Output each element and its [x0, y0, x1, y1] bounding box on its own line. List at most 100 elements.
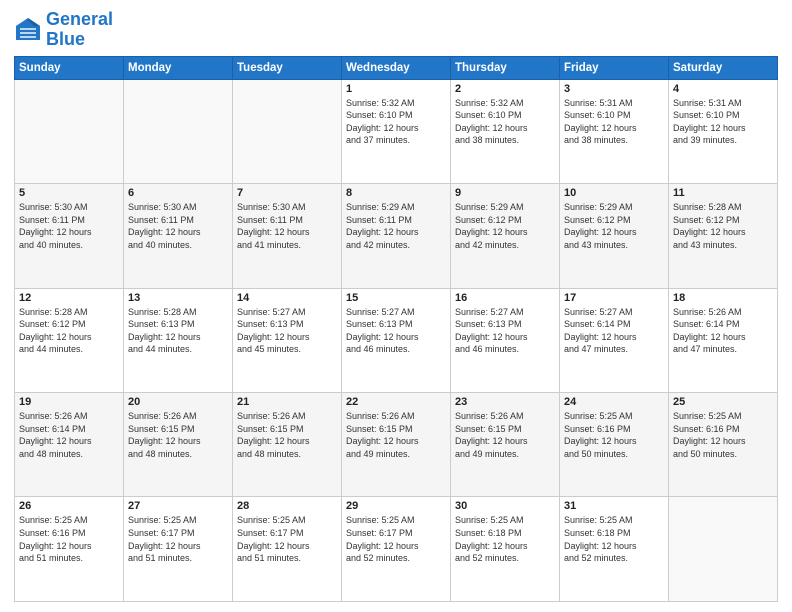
- day-info: Sunrise: 5:29 AMSunset: 6:12 PMDaylight:…: [564, 201, 664, 251]
- logo: General Blue: [14, 10, 113, 50]
- page: General Blue SundayMondayTuesdayWednesda…: [0, 0, 792, 612]
- calendar-cell: 28 Sunrise: 5:25 AMSunset: 6:17 PMDayligh…: [233, 497, 342, 602]
- col-header-wednesday: Wednesday: [342, 56, 451, 79]
- calendar-cell: 21Sunrise: 5:26 AMSunset: 6:15 PMDayligh…: [233, 393, 342, 497]
- day-number: 14: [237, 292, 337, 304]
- calendar-cell: 22 Sunrise: 5:26 AMSunset: 6:15 PMDayligh…: [342, 393, 451, 497]
- day-number: 12: [19, 292, 119, 304]
- day-info: Sunrise: 5:30 AMSunset: 6:11 PMDaylight:…: [19, 201, 119, 251]
- day-info: Sunrise: 5:29 AMSunset: 6:12 PMDaylight:…: [455, 201, 555, 251]
- calendar-cell: 7 Sunrise: 5:30 AMSunset: 6:11 PMDaylight…: [233, 184, 342, 288]
- calendar-cell: 11 Sunrise: 5:28 AMSunset: 6:12 PMDayligh…: [669, 184, 778, 288]
- calendar-cell: [233, 79, 342, 183]
- calendar-cell: 13Sunrise: 5:28 AMSunset: 6:13 PMDayligh…: [124, 288, 233, 392]
- day-number: 20: [128, 396, 228, 408]
- day-number: 24: [564, 396, 664, 408]
- day-info: Sunrise: 5:25 AMSunset: 6:16 PMDaylight:…: [673, 410, 773, 460]
- logo-blue: Blue: [46, 29, 85, 49]
- calendar-cell: 20 Sunrise: 5:26 AMSunset: 6:15 PMDayligh…: [124, 393, 233, 497]
- day-number: 9: [455, 187, 555, 199]
- day-info: Sunrise: 5:31 AMSunset: 6:10 PMDaylight:…: [673, 97, 773, 147]
- day-info: Sunrise: 5:25 AMSunset: 6:17 PMDaylight:…: [346, 514, 446, 564]
- day-number: 10: [564, 187, 664, 199]
- day-number: 25: [673, 396, 773, 408]
- calendar-cell: 12Sunrise: 5:28 AMSunset: 6:12 PMDayligh…: [15, 288, 124, 392]
- day-number: 1: [346, 83, 446, 95]
- day-info: Sunrise: 5:27 AMSunset: 6:14 PMDaylight:…: [564, 306, 664, 356]
- calendar-cell: 16 Sunrise: 5:27 AMSunset: 6:13 PMDayligh…: [451, 288, 560, 392]
- day-info: Sunrise: 5:25 AMSunset: 6:16 PMDaylight:…: [19, 514, 119, 564]
- calendar-table: SundayMondayTuesdayWednesdayThursdayFrid…: [14, 56, 778, 602]
- calendar-week-4: 19 Sunrise: 5:26 AMSunset: 6:14 PMDayligh…: [15, 393, 778, 497]
- day-info: Sunrise: 5:28 AMSunset: 6:13 PMDaylight:…: [128, 306, 228, 356]
- calendar-cell: [669, 497, 778, 602]
- calendar-cell: [124, 79, 233, 183]
- day-number: 4: [673, 83, 773, 95]
- calendar-week-3: 12Sunrise: 5:28 AMSunset: 6:12 PMDayligh…: [15, 288, 778, 392]
- day-info: Sunrise: 5:25 AMSunset: 6:16 PMDaylight:…: [564, 410, 664, 460]
- calendar-cell: 1 Sunrise: 5:32 AMSunset: 6:10 PMDaylight…: [342, 79, 451, 183]
- day-number: 16: [455, 292, 555, 304]
- day-info: Sunrise: 5:26 AMSunset: 6:15 PMDaylight:…: [128, 410, 228, 460]
- day-number: 7: [237, 187, 337, 199]
- calendar-cell: 2 Sunrise: 5:32 AMSunset: 6:10 PMDaylight…: [451, 79, 560, 183]
- calendar-cell: [15, 79, 124, 183]
- day-number: 31: [564, 500, 664, 512]
- day-info: Sunrise: 5:25 AMSunset: 6:17 PMDaylight:…: [237, 514, 337, 564]
- calendar-cell: 24 Sunrise: 5:25 AMSunset: 6:16 PMDayligh…: [560, 393, 669, 497]
- calendar-cell: 18Sunrise: 5:26 AMSunset: 6:14 PMDayligh…: [669, 288, 778, 392]
- calendar-cell: 30 Sunrise: 5:25 AMSunset: 6:18 PMDayligh…: [451, 497, 560, 602]
- day-number: 15: [346, 292, 446, 304]
- logo-general: General: [46, 9, 113, 29]
- calendar-cell: 31 Sunrise: 5:25 AMSunset: 6:18 PMDayligh…: [560, 497, 669, 602]
- calendar-week-1: 1 Sunrise: 5:32 AMSunset: 6:10 PMDaylight…: [15, 79, 778, 183]
- day-info: Sunrise: 5:26 AMSunset: 6:15 PMDaylight:…: [455, 410, 555, 460]
- day-number: 19: [19, 396, 119, 408]
- col-header-sunday: Sunday: [15, 56, 124, 79]
- day-info: Sunrise: 5:25 AMSunset: 6:18 PMDaylight:…: [455, 514, 555, 564]
- col-header-tuesday: Tuesday: [233, 56, 342, 79]
- day-number: 8: [346, 187, 446, 199]
- col-header-monday: Monday: [124, 56, 233, 79]
- day-info: Sunrise: 5:25 AMSunset: 6:18 PMDaylight:…: [564, 514, 664, 564]
- day-number: 11: [673, 187, 773, 199]
- day-info: Sunrise: 5:25 AMSunset: 6:17 PMDaylight:…: [128, 514, 228, 564]
- day-info: Sunrise: 5:32 AMSunset: 6:10 PMDaylight:…: [346, 97, 446, 147]
- day-number: 22: [346, 396, 446, 408]
- calendar-cell: 25 Sunrise: 5:25 AMSunset: 6:16 PMDayligh…: [669, 393, 778, 497]
- calendar-cell: 9 Sunrise: 5:29 AMSunset: 6:12 PMDaylight…: [451, 184, 560, 288]
- day-info: Sunrise: 5:27 AMSunset: 6:13 PMDaylight:…: [455, 306, 555, 356]
- calendar-cell: 27 Sunrise: 5:25 AMSunset: 6:17 PMDayligh…: [124, 497, 233, 602]
- day-number: 2: [455, 83, 555, 95]
- calendar-cell: 29Sunrise: 5:25 AMSunset: 6:17 PMDayligh…: [342, 497, 451, 602]
- day-number: 3: [564, 83, 664, 95]
- calendar-header-row: SundayMondayTuesdayWednesdayThursdayFrid…: [15, 56, 778, 79]
- calendar-week-5: 26 Sunrise: 5:25 AMSunset: 6:16 PMDayligh…: [15, 497, 778, 602]
- day-number: 27: [128, 500, 228, 512]
- day-info: Sunrise: 5:30 AMSunset: 6:11 PMDaylight:…: [128, 201, 228, 251]
- day-info: Sunrise: 5:32 AMSunset: 6:10 PMDaylight:…: [455, 97, 555, 147]
- col-header-thursday: Thursday: [451, 56, 560, 79]
- col-header-friday: Friday: [560, 56, 669, 79]
- calendar-cell: 10 Sunrise: 5:29 AMSunset: 6:12 PMDayligh…: [560, 184, 669, 288]
- day-number: 21: [237, 396, 337, 408]
- header: General Blue: [14, 10, 778, 50]
- day-info: Sunrise: 5:29 AMSunset: 6:11 PMDaylight:…: [346, 201, 446, 251]
- day-number: 28: [237, 500, 337, 512]
- calendar-cell: 14Sunrise: 5:27 AMSunset: 6:13 PMDayligh…: [233, 288, 342, 392]
- day-info: Sunrise: 5:28 AMSunset: 6:12 PMDaylight:…: [673, 201, 773, 251]
- col-header-saturday: Saturday: [669, 56, 778, 79]
- day-number: 26: [19, 500, 119, 512]
- day-info: Sunrise: 5:26 AMSunset: 6:15 PMDaylight:…: [346, 410, 446, 460]
- calendar-cell: 4 Sunrise: 5:31 AMSunset: 6:10 PMDaylight…: [669, 79, 778, 183]
- day-info: Sunrise: 5:30 AMSunset: 6:11 PMDaylight:…: [237, 201, 337, 251]
- day-info: Sunrise: 5:26 AMSunset: 6:14 PMDaylight:…: [19, 410, 119, 460]
- day-info: Sunrise: 5:26 AMSunset: 6:14 PMDaylight:…: [673, 306, 773, 356]
- logo-icon: [14, 16, 42, 44]
- calendar-cell: 15Sunrise: 5:27 AMSunset: 6:13 PMDayligh…: [342, 288, 451, 392]
- calendar-cell: 8 Sunrise: 5:29 AMSunset: 6:11 PMDaylight…: [342, 184, 451, 288]
- calendar-cell: 3Sunrise: 5:31 AMSunset: 6:10 PMDaylight…: [560, 79, 669, 183]
- day-number: 17: [564, 292, 664, 304]
- day-number: 30: [455, 500, 555, 512]
- calendar-cell: 26 Sunrise: 5:25 AMSunset: 6:16 PMDayligh…: [15, 497, 124, 602]
